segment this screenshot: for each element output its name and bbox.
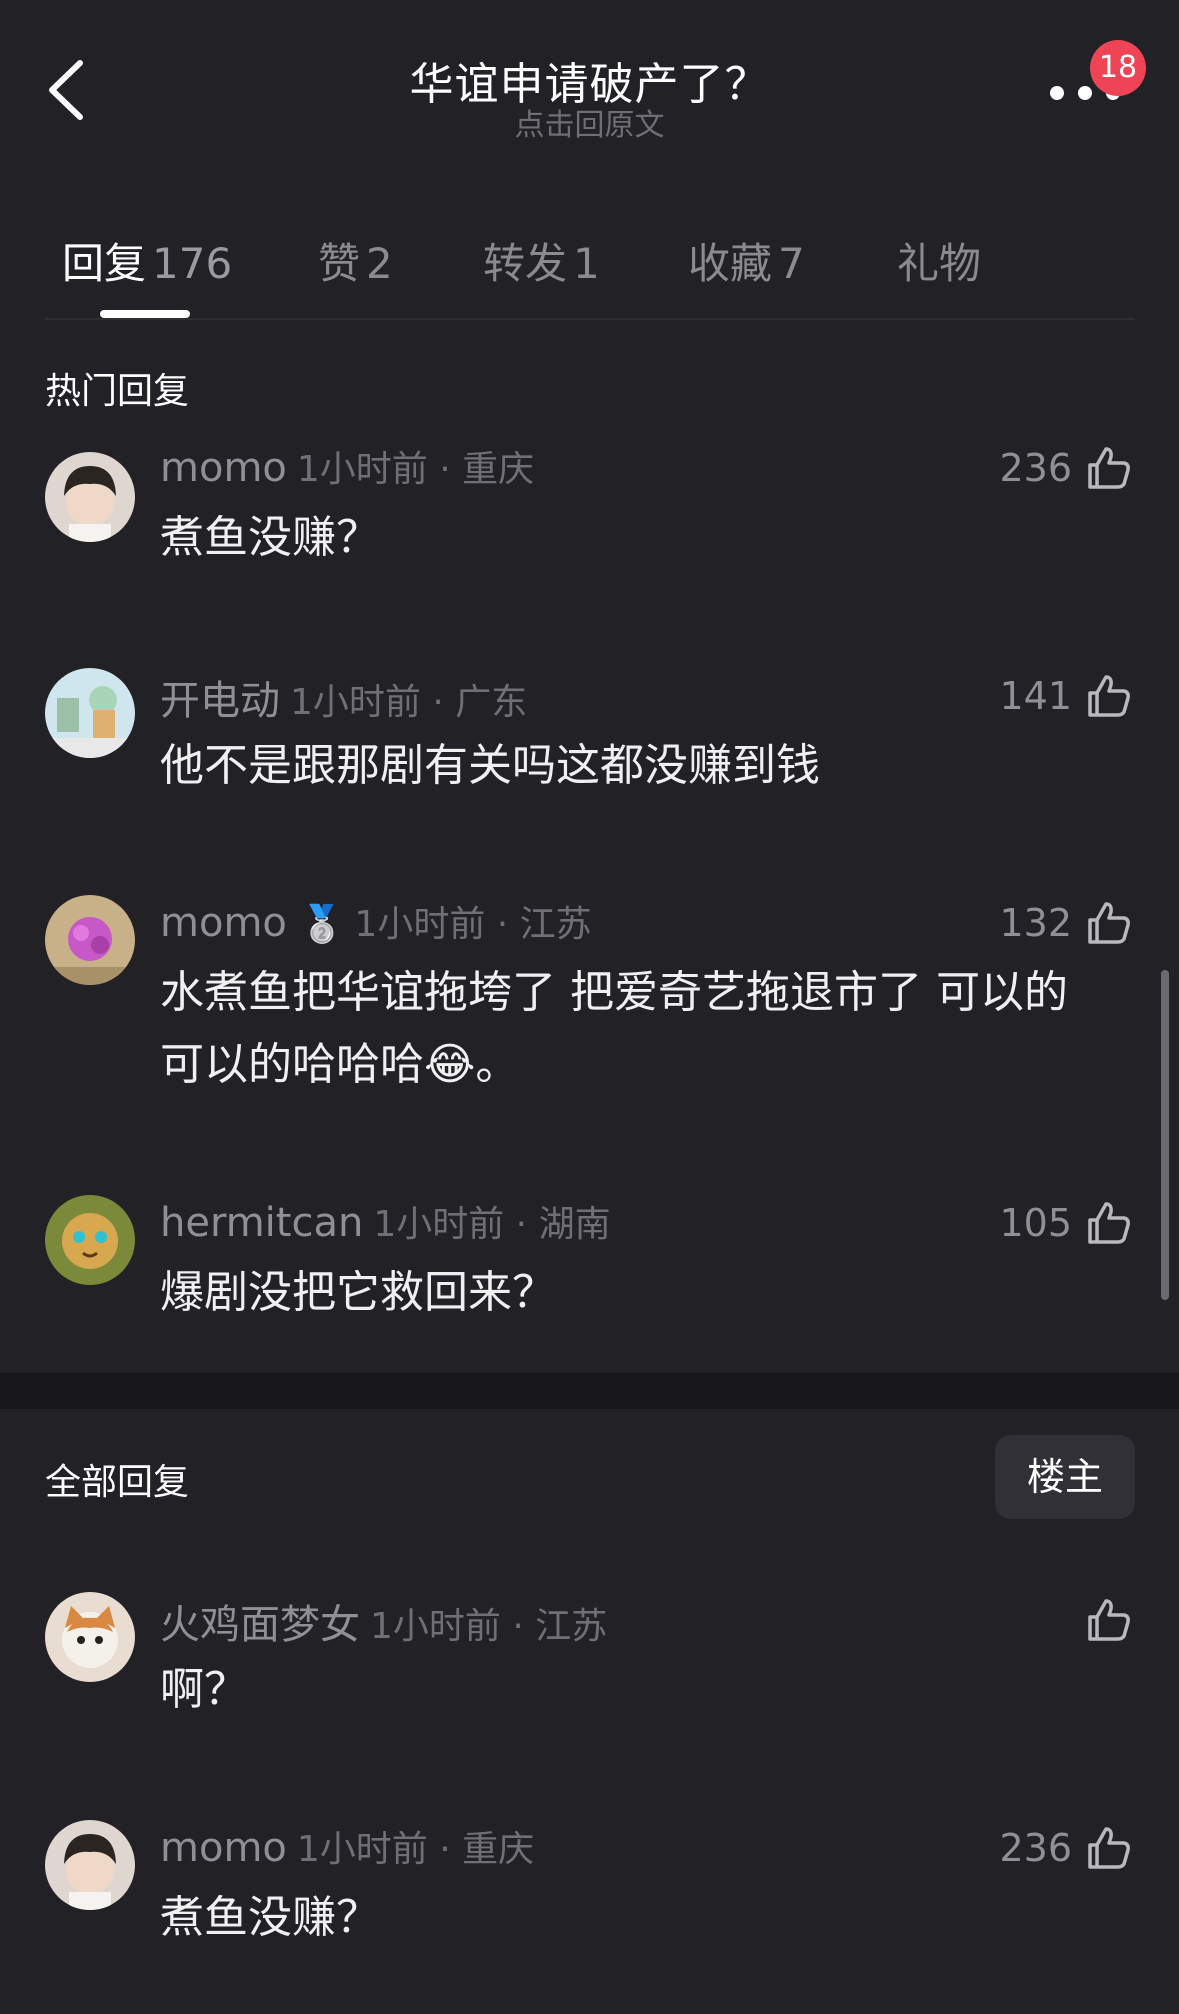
comment-time: 1小时前 [296,1829,428,1870]
username[interactable]: hermitcan [160,1200,363,1246]
tab-reposts[interactable]: 转发 1 [483,230,600,291]
like-button[interactable]: 236 [999,1820,1134,1876]
all-replies-title: 全部回复 [45,1462,190,1503]
comment-time: 1小时前 [290,682,421,723]
tab-bar: 回复 176 赞2 转发 1 收藏 7 礼物 [0,220,1179,320]
like-count: 132 [999,901,1072,945]
op-filter-button[interactable]: 楼主 [995,1435,1135,1519]
like-count: 141 [999,674,1072,718]
like-count: 236 [999,1826,1072,1870]
comment-location: 广东 [455,682,528,723]
tab-count: 1 [573,239,600,288]
like-button[interactable]: 236 [999,440,1134,496]
comment-item[interactable]: momo 1小时前 · 重庆 236 煮鱼没赚？ [0,440,1179,580]
thumbs-up-icon [1088,1599,1130,1641]
tab-divider [45,318,1135,320]
thumbs-up-icon [1088,902,1130,944]
like-button[interactable]: 105 [999,1195,1134,1251]
tab-count: 7 [778,239,805,288]
comment-text: 爆剧没把它救回来？ [160,1267,556,1318]
tab-label: 收藏 [688,239,773,288]
back-to-original-link[interactable]: 点击回原文 [0,100,1179,144]
tab-favorites[interactable]: 收藏 7 [688,230,805,291]
thumbs-up-icon [1088,447,1130,489]
comment-time: 1小时前 [370,1606,501,1647]
comment-location: 重庆 [462,449,535,490]
comment-text: 水煮鱼把华谊拖垮了 把爱奇艺拖退市了 可以的可以的哈哈哈😂。 [160,967,1068,1090]
avatar[interactable] [45,668,135,758]
medal-badge: 🥈 [299,904,345,945]
avatar[interactable] [45,452,135,542]
username[interactable]: momo [160,1825,287,1871]
like-button[interactable]: 132 [999,895,1134,951]
comment-location: 重庆 [462,1829,535,1870]
username[interactable]: momo [160,445,287,491]
comment-text: 他不是跟那剧有关吗这都没赚到钱 [160,740,820,791]
comment-item[interactable]: 开电动 1小时前 · 广东 141 他不是跟那剧有关吗这都没赚到钱 [0,668,1179,808]
comment-meta: hermitcan 1小时前 · 湖南 [160,1200,611,1246]
comment-meta: 火鸡面梦女 1小时前 · 江苏 [160,1602,608,1648]
avatar[interactable] [45,1820,135,1910]
comment-time: 1小时前 [296,449,428,490]
username[interactable]: 开电动 [160,678,280,724]
comment-text: 煮鱼没赚？ [160,1892,380,1943]
tab-likes[interactable]: 赞2 [318,230,393,291]
like-button[interactable] [1084,1592,1134,1648]
tab-label: 转发 [483,239,568,288]
scrollbar[interactable] [1161,970,1169,1300]
comment-text: 煮鱼没赚？ [160,512,380,563]
thumbs-up-icon [1088,1202,1130,1244]
hot-replies-title: 热门回复 [45,371,190,412]
username[interactable]: momo [160,900,287,946]
comment-item[interactable]: 火鸡面梦女 1小时前 · 江苏 啊？ [0,1592,1179,1732]
tab-count: 2 [366,239,393,288]
like-count: 236 [999,446,1072,490]
comment-time: 1小时前 [373,1204,505,1245]
tab-label: 回复 [62,239,147,288]
thumbs-up-icon [1088,675,1130,717]
comment-item[interactable]: momo 1小时前 · 重庆 236 煮鱼没赚？ [0,1820,1179,1960]
notification-badge[interactable]: 18 [1090,40,1146,96]
comment-location: 江苏 [519,904,592,945]
like-button[interactable]: 141 [999,668,1134,724]
comment-location: 江苏 [535,1606,608,1647]
comment-location: 湖南 [538,1204,611,1245]
comment-time: 1小时前 [354,904,486,945]
tab-label: 赞 [318,239,361,288]
tab-label: 礼物 [897,239,982,288]
avatar[interactable] [45,895,135,985]
avatar[interactable] [45,1592,135,1682]
comment-item[interactable]: hermitcan 1小时前 · 湖南 105 爆剧没把它救回来？ [0,1195,1179,1335]
comment-meta: momo 1小时前 · 重庆 [160,445,535,491]
comment-meta: momo 1小时前 · 重庆 [160,1825,535,1871]
avatar[interactable] [45,1195,135,1285]
comment-meta: momo 🥈 1小时前 · 江苏 [160,900,592,946]
tab-gifts[interactable]: 礼物 [897,230,987,291]
section-divider [0,1373,1179,1409]
like-count: 105 [999,1201,1072,1245]
username[interactable]: 火鸡面梦女 [160,1602,360,1648]
comment-meta: 开电动 1小时前 · 广东 [160,678,528,724]
comment-item[interactable]: momo 🥈 1小时前 · 江苏 132 水煮鱼把华谊拖垮了 把爱奇艺拖退市了 可… [0,895,1179,1105]
tab-replies[interactable]: 回复 176 [62,230,232,291]
comment-text: 啊？ [160,1664,248,1715]
thumbs-up-icon [1088,1827,1130,1869]
active-tab-indicator [100,310,190,318]
tab-count: 176 [152,239,233,288]
